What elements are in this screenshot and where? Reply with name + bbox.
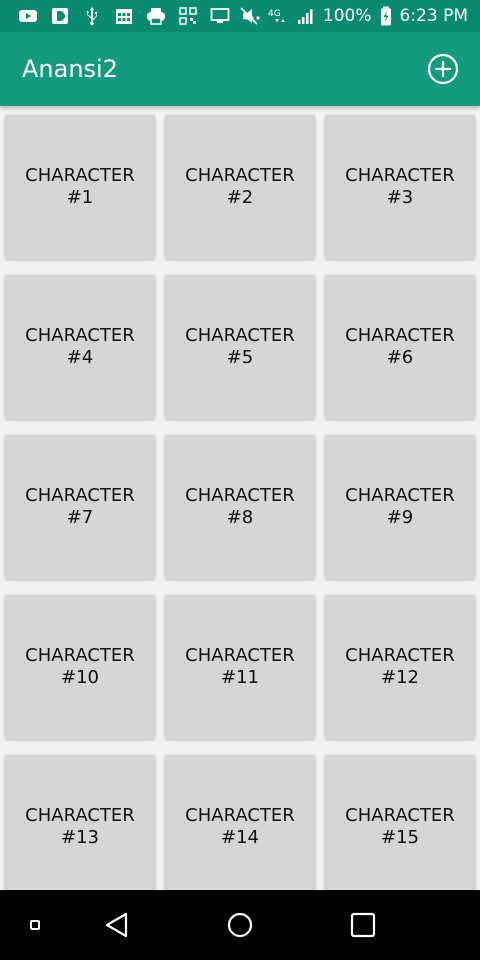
character-card-13[interactable]: CHARACTER #13 <box>5 755 155 890</box>
character-card-11[interactable]: CHARACTER #11 <box>165 595 315 739</box>
character-card-2[interactable]: CHARACTER #2 <box>165 115 315 259</box>
character-card-label: CHARACTER #9 <box>345 485 455 528</box>
character-card-8[interactable]: CHARACTER #8 <box>165 435 315 579</box>
character-card-10[interactable]: CHARACTER #10 <box>5 595 155 739</box>
network-label: 4G <box>268 9 281 19</box>
youtube-icon <box>18 6 38 26</box>
back-button[interactable] <box>102 910 132 940</box>
character-card-label: CHARACTER #13 <box>25 805 135 848</box>
character-card-label: CHARACTER #2 <box>185 165 295 208</box>
network-4g-icon: 4G <box>267 6 289 26</box>
character-card-label: CHARACTER #15 <box>345 805 455 848</box>
calendar-icon <box>114 6 134 26</box>
character-card-label: CHARACTER #14 <box>185 805 295 848</box>
battery-percent: 100% <box>322 6 372 26</box>
small-square-icon <box>30 920 40 930</box>
character-card-9[interactable]: CHARACTER #9 <box>325 435 475 579</box>
character-card-3[interactable]: CHARACTER #3 <box>325 115 475 259</box>
recents-square-icon <box>350 912 376 938</box>
extra-nav-button[interactable] <box>20 910 50 940</box>
app-bar: Anansi2 <box>0 32 480 106</box>
d-app-icon <box>50 6 70 26</box>
character-card-1[interactable]: CHARACTER #1 <box>5 115 155 259</box>
character-card-label: CHARACTER #3 <box>345 165 455 208</box>
character-card-label: CHARACTER #12 <box>345 645 455 688</box>
character-card-15[interactable]: CHARACTER #15 <box>325 755 475 890</box>
add-button[interactable] <box>426 52 460 86</box>
mute-icon <box>239 6 259 26</box>
clock: 6:23 PM <box>399 6 469 26</box>
navigation-bar <box>0 890 480 960</box>
app-title: Anansi2 <box>22 55 118 83</box>
character-card-6[interactable]: CHARACTER #6 <box>325 275 475 419</box>
character-card-4[interactable]: CHARACTER #4 <box>5 275 155 419</box>
home-button[interactable] <box>225 910 255 940</box>
printer-icon <box>146 6 166 26</box>
character-card-label: CHARACTER #1 <box>25 165 135 208</box>
notification-icons <box>18 6 262 26</box>
character-card-label: CHARACTER #11 <box>185 645 295 688</box>
home-circle-icon <box>227 912 253 938</box>
status-bar: 4G 100% 6:23 PM <box>0 0 480 32</box>
battery-charging-icon <box>380 6 392 26</box>
recents-button[interactable] <box>348 910 378 940</box>
usb-icon <box>82 6 102 26</box>
cast-icon <box>210 6 230 26</box>
character-card-label: CHARACTER #5 <box>185 325 295 368</box>
back-triangle-icon <box>105 912 128 938</box>
character-card-label: CHARACTER #10 <box>25 645 135 688</box>
signal-icon <box>297 6 315 26</box>
character-grid: CHARACTER #1 CHARACTER #2 CHARACTER #3 C… <box>0 106 480 890</box>
character-card-12[interactable]: CHARACTER #12 <box>325 595 475 739</box>
character-card-5[interactable]: CHARACTER #5 <box>165 275 315 419</box>
add-circle-icon <box>427 53 459 85</box>
system-status: 4G 100% 6:23 PM <box>239 6 468 26</box>
character-card-label: CHARACTER #8 <box>185 485 295 528</box>
qr-icon <box>178 6 198 26</box>
character-card-label: CHARACTER #7 <box>25 485 135 528</box>
character-card-14[interactable]: CHARACTER #14 <box>165 755 315 890</box>
character-card-label: CHARACTER #6 <box>345 325 455 368</box>
character-card-7[interactable]: CHARACTER #7 <box>5 435 155 579</box>
character-card-label: CHARACTER #4 <box>25 325 135 368</box>
